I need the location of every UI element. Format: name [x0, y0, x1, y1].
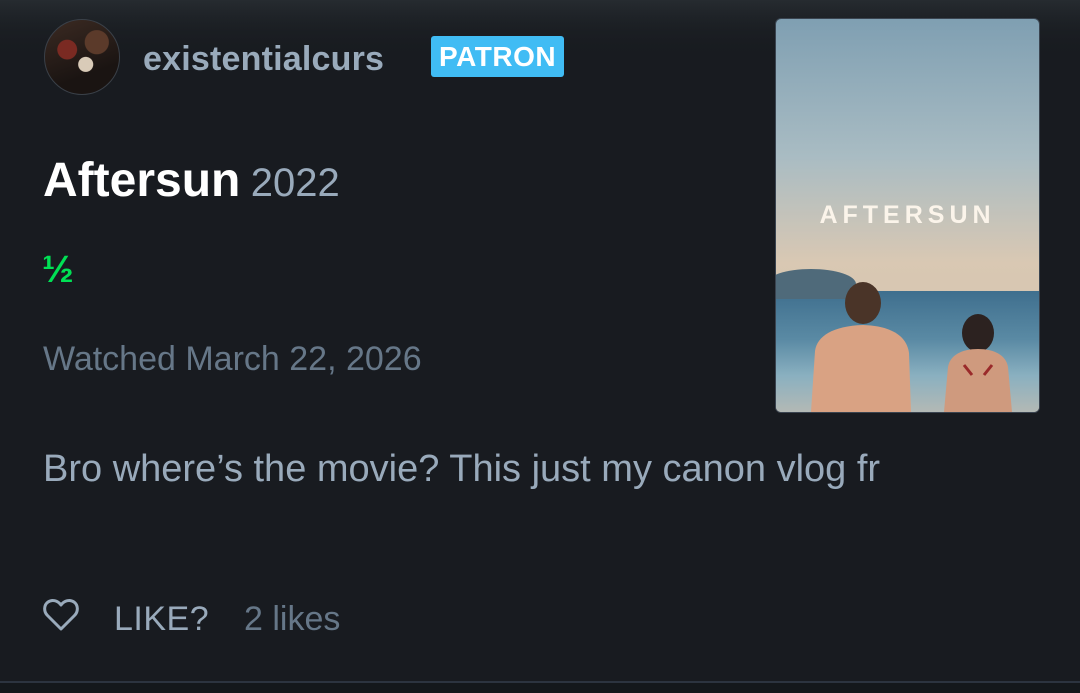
like-button[interactable]: LIKE? [114, 600, 209, 639]
star-rating: ½ [42, 249, 74, 291]
watched-date: Watched March 22, 2026 [43, 340, 422, 378]
film-poster[interactable]: AFTERSUN [775, 18, 1040, 413]
avatar[interactable] [44, 19, 120, 95]
film-year-link[interactable]: 2022 [251, 161, 340, 205]
heart-icon[interactable] [43, 598, 79, 632]
review-text: Bro where’s the movie? This just my cano… [43, 448, 881, 490]
poster-figure-man [811, 282, 911, 412]
poster-figure-girl [944, 314, 1012, 412]
patron-badge: PATRON [431, 36, 565, 77]
review-card: existentialcurs PATRON Aftersun 2022 ½ W… [0, 0, 1080, 683]
like-count[interactable]: 2 likes [244, 600, 340, 639]
section-divider [0, 681, 1080, 693]
film-title-row: Aftersun 2022 [43, 153, 340, 208]
username-link[interactable]: existentialcurs [143, 40, 384, 79]
poster-title: AFTERSUN [819, 201, 996, 229]
film-title-link[interactable]: Aftersun [43, 154, 240, 207]
